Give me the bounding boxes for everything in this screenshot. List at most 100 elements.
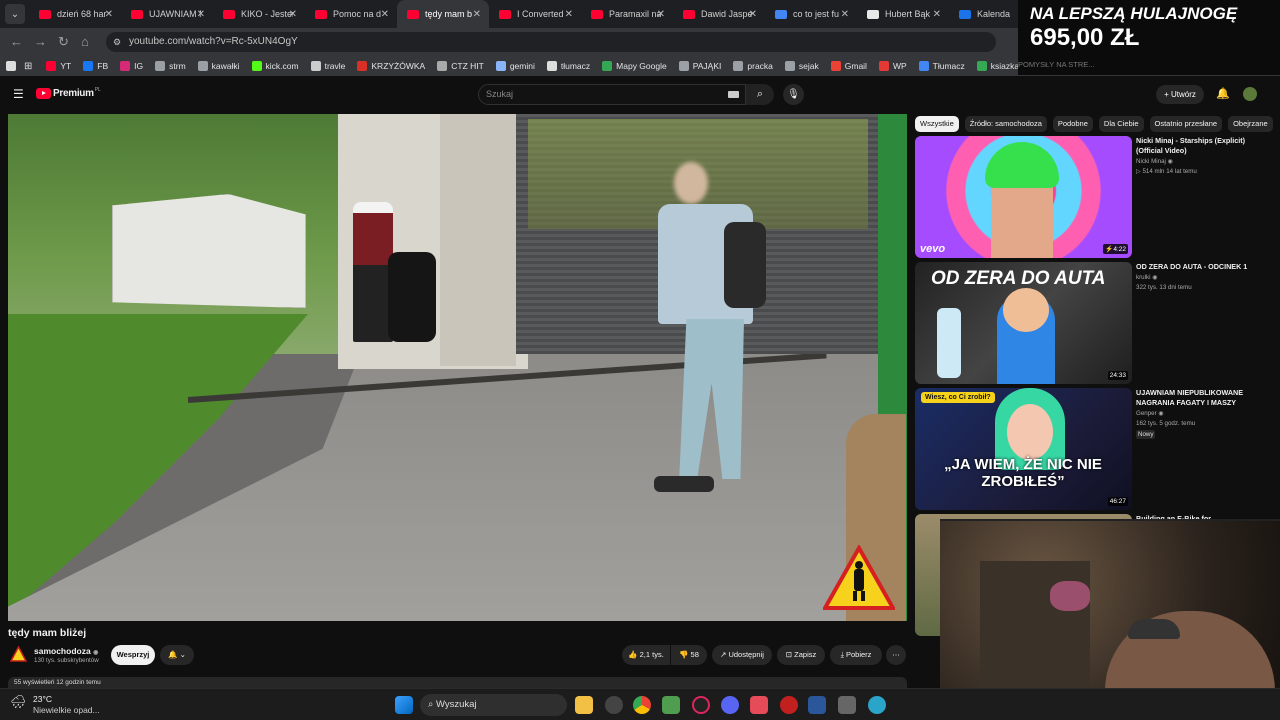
browser-tab[interactable]: Hubert Bąk ✕ bbox=[857, 0, 949, 28]
start-icon[interactable] bbox=[395, 696, 413, 714]
filter-chip[interactable]: Obejrzane bbox=[1228, 116, 1273, 132]
app-icon[interactable] bbox=[605, 696, 623, 714]
bookmark-item[interactable]: WP bbox=[878, 61, 907, 71]
browser-tab[interactable]: Paramaxil na ✕ bbox=[581, 0, 673, 28]
bookmark-item[interactable]: kawałki bbox=[197, 61, 240, 71]
bookmark-item[interactable]: Tłumacz bbox=[918, 61, 965, 71]
apps-icon[interactable]: ⊞ bbox=[24, 61, 32, 72]
browser-tab[interactable]: I Converted ✕ bbox=[489, 0, 581, 28]
site-info-icon[interactable]: ⚙ bbox=[113, 32, 121, 52]
dislike-button[interactable]: 👎 58 bbox=[671, 645, 707, 665]
close-tab-icon[interactable]: ✕ bbox=[381, 9, 389, 20]
filter-chip[interactable]: Dla Ciebie bbox=[1098, 116, 1144, 132]
opera-icon[interactable] bbox=[692, 696, 710, 714]
recommendation-0[interactable]: vevo ⚡4:22 Nicki Minaj - Starships (Expl… bbox=[915, 136, 1275, 258]
chrome-icon[interactable] bbox=[633, 696, 651, 714]
bookmark-item[interactable]: CTZ HIT bbox=[437, 61, 484, 71]
bookmark-item[interactable]: ksiazka bbox=[976, 61, 1019, 71]
taskbar-search[interactable]: ⌕ Wyszukaj bbox=[420, 694, 567, 716]
channel-avatar[interactable] bbox=[9, 645, 28, 662]
create-button[interactable]: + Utwórz bbox=[1156, 85, 1204, 104]
home-icon[interactable]: ⌂ bbox=[81, 34, 89, 49]
more-actions-button[interactable]: ⋯ bbox=[886, 645, 906, 665]
app-icon[interactable] bbox=[780, 696, 798, 714]
app-icon[interactable] bbox=[662, 696, 680, 714]
bookmark-item[interactable]: sejak bbox=[784, 61, 819, 71]
bookmark-item[interactable]: KRZYŻÓWKA bbox=[357, 61, 425, 71]
close-tab-icon[interactable]: ✕ bbox=[197, 9, 205, 20]
bookmark-item[interactable]: strm bbox=[155, 61, 186, 71]
channel-name[interactable]: samochodoza ◉ bbox=[34, 646, 98, 656]
bookmark-item[interactable]: kick.com bbox=[251, 61, 299, 71]
forward-icon[interactable]: → bbox=[34, 34, 47, 49]
weather-icon[interactable]: 🌧 bbox=[10, 694, 27, 710]
word-icon[interactable] bbox=[808, 696, 826, 714]
discord-icon[interactable] bbox=[721, 696, 739, 714]
browser-tab[interactable]: co to jest fu ✕ bbox=[765, 0, 857, 28]
voice-search-button[interactable]: 🎙 bbox=[783, 84, 804, 105]
bookmark-item[interactable]: IG bbox=[120, 61, 143, 71]
browser-tab[interactable]: UJAWNIAM N ✕ bbox=[121, 0, 213, 28]
address-bar[interactable]: ⚙ youtube.com/watch?v=Rc-5xUN4OgY bbox=[106, 32, 996, 52]
channel-name[interactable]: Genper ◉ bbox=[1136, 409, 1164, 418]
close-tab-icon[interactable]: ✕ bbox=[565, 9, 573, 20]
bookmark-item[interactable]: pracka bbox=[733, 61, 773, 71]
share-button[interactable]: ↗ Udostępnij bbox=[712, 645, 772, 665]
filter-chip[interactable]: Ostatnio przesłane bbox=[1149, 116, 1223, 132]
app-icon[interactable] bbox=[868, 696, 886, 714]
filter-chip[interactable]: Wszystkie bbox=[915, 116, 959, 132]
filter-chip[interactable]: Źródło: samochodoza bbox=[964, 116, 1047, 132]
bookmark-item[interactable]: gemini bbox=[495, 61, 535, 71]
browser-tab[interactable]: tędy mam b ✕ bbox=[397, 0, 489, 28]
close-tab-icon[interactable]: ✕ bbox=[749, 9, 757, 20]
thumbnail[interactable]: Wiesz, co Ci zrobił? „JA WIEM, ŻE NIC NI… bbox=[915, 388, 1132, 510]
app-icon[interactable] bbox=[750, 696, 768, 714]
browser-tab[interactable]: KIKO - Jestem✕ bbox=[213, 0, 305, 28]
bookmark-item[interactable]: YT bbox=[46, 61, 71, 71]
file-explorer-icon[interactable] bbox=[575, 696, 593, 714]
save-button[interactable]: ⊡ Zapisz bbox=[777, 645, 825, 665]
download-button[interactable]: ⤓ Pobierz bbox=[830, 645, 882, 665]
bookmark-item[interactable]: travle bbox=[310, 61, 345, 71]
search-button[interactable]: ⌕ bbox=[746, 84, 774, 105]
calculator-icon[interactable] bbox=[838, 696, 856, 714]
bookmark-item[interactable]: Gmail bbox=[830, 61, 867, 71]
browser-tab[interactable]: dzień 68 har ✕ bbox=[29, 0, 121, 28]
youtube-logo[interactable]: Premium PL bbox=[36, 87, 101, 99]
browser-tab[interactable]: Dawid Jaspe ✕ bbox=[673, 0, 765, 28]
channel-name[interactable]: Nicki Minaj ◉ bbox=[1136, 157, 1173, 166]
bookmark-item[interactable]: PAJĄKI bbox=[678, 61, 721, 71]
hamburger-menu-icon[interactable]: ☰ bbox=[13, 87, 24, 101]
description-box[interactable]: 55 wyświetleń 12 godzin temu bbox=[8, 677, 907, 688]
search-input[interactable]: Szukaj bbox=[478, 84, 746, 105]
video-player[interactable] bbox=[8, 114, 907, 621]
back-icon[interactable]: ← bbox=[10, 34, 23, 49]
video-title[interactable]: UJAWNIAM NIEPUBLIKOWANE NAGRANIA FAGATY … bbox=[1136, 388, 1251, 408]
close-tab-icon[interactable]: ✕ bbox=[657, 9, 665, 20]
thumbnail[interactable]: OD ZERA DO AUTA 24:33 bbox=[915, 262, 1132, 384]
recommendation-1[interactable]: OD ZERA DO AUTA 24:33 OD ZERA DO AUTA - … bbox=[915, 262, 1275, 384]
avatar[interactable] bbox=[1243, 87, 1257, 101]
channel-name[interactable]: krulki ◉ bbox=[1136, 273, 1158, 282]
thumbnail[interactable]: vevo ⚡4:22 bbox=[915, 136, 1132, 258]
bookmark-item[interactable]: FB bbox=[83, 61, 108, 71]
close-tab-icon[interactable]: ✕ bbox=[841, 9, 849, 20]
recommendation-2[interactable]: Wiesz, co Ci zrobił? „JA WIEM, ŻE NIC NI… bbox=[915, 388, 1275, 510]
tab-search-button[interactable]: ⌄ bbox=[5, 4, 25, 24]
close-tab-icon[interactable]: ✕ bbox=[105, 9, 113, 20]
close-tab-icon[interactable]: ✕ bbox=[473, 9, 481, 20]
filter-chip[interactable]: Podobne bbox=[1052, 116, 1093, 132]
close-tab-icon[interactable]: ✕ bbox=[933, 9, 941, 20]
like-button[interactable]: 👍 2,1 tys. bbox=[622, 645, 670, 665]
video-title[interactable]: Nicki Minaj - Starships (Explicit) (Offi… bbox=[1136, 136, 1251, 156]
support-button[interactable]: Wesprzyj bbox=[111, 645, 155, 665]
browser-tab[interactable]: Pomoc na d ✕ bbox=[305, 0, 397, 28]
subscription-bell-button[interactable]: 🔔 ⌄ bbox=[160, 645, 194, 665]
bookmark-item[interactable]: Mapy Google bbox=[602, 61, 667, 71]
video-title[interactable]: OD ZERA DO AUTA - ODCINEK 1 bbox=[1136, 262, 1251, 272]
notifications-icon[interactable]: 🔔 bbox=[1216, 87, 1230, 100]
bookmark-item[interactable]: tłumacz bbox=[546, 61, 590, 71]
tab-list-icon[interactable] bbox=[6, 61, 16, 71]
close-tab-icon[interactable]: ✕ bbox=[289, 9, 297, 20]
keyboard-icon[interactable] bbox=[728, 91, 739, 98]
